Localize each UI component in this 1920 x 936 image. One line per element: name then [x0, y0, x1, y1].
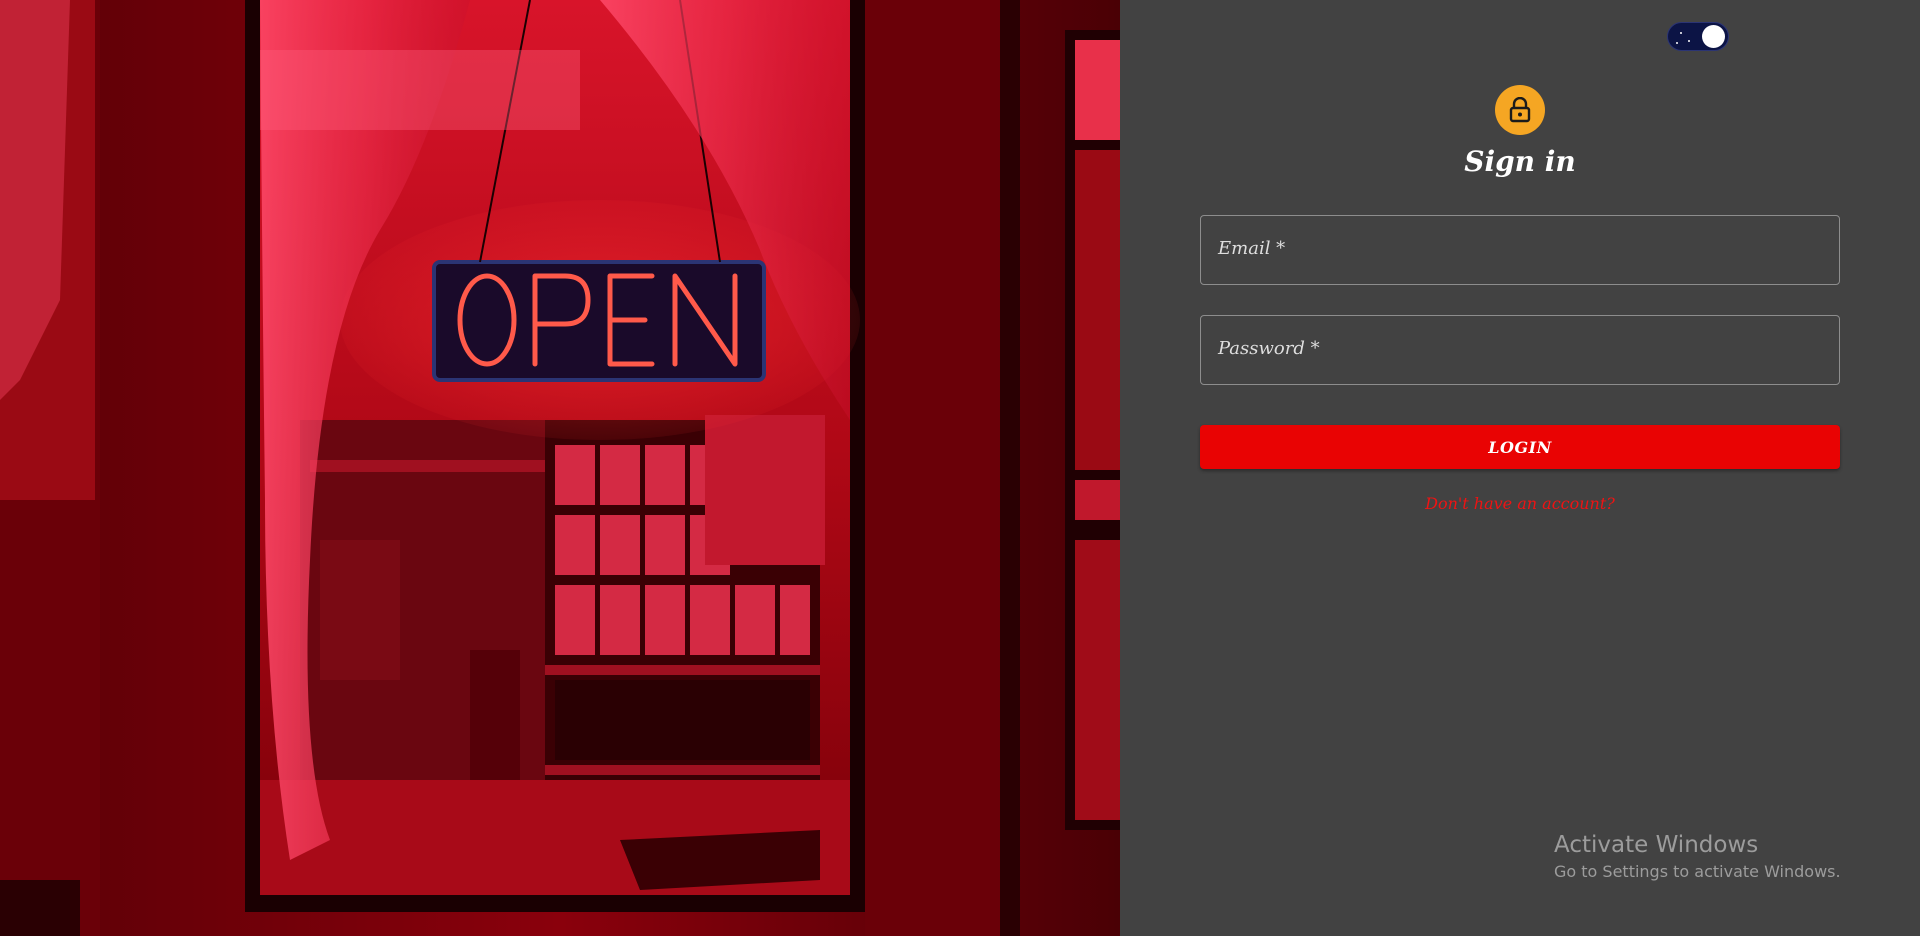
lock-avatar: [1495, 85, 1545, 135]
login-button[interactable]: LOGIN: [1200, 425, 1840, 469]
email-input[interactable]: [1201, 216, 1839, 284]
star-icon: [1676, 42, 1678, 44]
watermark-subtitle: Go to Settings to activate Windows.: [1554, 862, 1841, 881]
hero-image: [0, 0, 1120, 936]
star-icon: [1688, 40, 1690, 42]
login-page: Sign in Email * Password * LOGIN Don't h…: [0, 0, 1920, 936]
signup-link[interactable]: Don't have an account?: [1120, 494, 1920, 513]
lock-icon: [1509, 97, 1531, 123]
watermark-title: Activate Windows: [1554, 832, 1759, 858]
email-field[interactable]: Email *: [1200, 215, 1840, 285]
windows-activation-watermark: Activate Windows Go to Settings to activ…: [1554, 832, 1841, 881]
signin-panel: Sign in Email * Password * LOGIN Don't h…: [1120, 0, 1920, 936]
theme-toggle[interactable]: [1667, 22, 1729, 51]
password-field[interactable]: Password *: [1200, 315, 1840, 385]
password-input[interactable]: [1201, 316, 1839, 384]
shop-window-photo: [0, 0, 1120, 936]
toggle-knob: [1702, 25, 1725, 48]
page-title: Sign in: [1464, 145, 1576, 178]
star-icon: [1680, 32, 1682, 34]
